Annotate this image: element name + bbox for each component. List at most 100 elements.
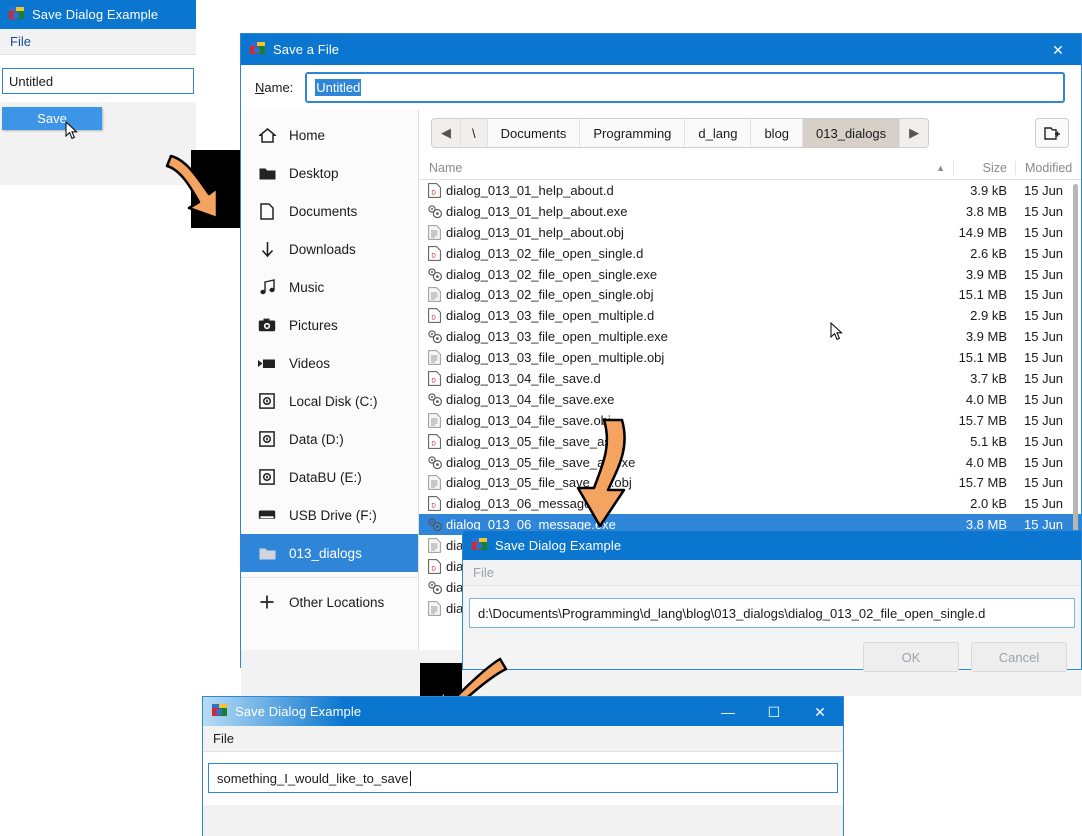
sidebar-item-databu-e[interactable]: DataBU (E:) bbox=[241, 458, 418, 496]
filename-selected-text: Untitled bbox=[315, 79, 362, 96]
sidebar-item-desktop[interactable]: Desktop bbox=[241, 154, 418, 192]
window1-filename-input[interactable]: Untitled bbox=[2, 68, 194, 94]
table-row[interactable]: Ddialog_013_05_file_save_as.d 5.1 kB 15 Ju… bbox=[419, 431, 1081, 452]
svg-text:D: D bbox=[431, 503, 436, 510]
column-header-name[interactable]: Name ▲ bbox=[419, 161, 953, 175]
sidebar-item-label: Data (D:) bbox=[289, 431, 344, 447]
sidebar-item-downloads[interactable]: Downloads bbox=[241, 230, 418, 268]
window3-filename-input[interactable]: something_I_would_like_to_save bbox=[208, 763, 838, 793]
sidebar-item-usb-drive-f[interactable]: USB Drive (F:) bbox=[241, 496, 418, 534]
file-name: dialog_013_03_file_open_multiple.d bbox=[446, 308, 655, 324]
window2-titlebar[interactable]: Save Dialog Example bbox=[463, 531, 1081, 560]
filename-input[interactable]: Untitled bbox=[305, 72, 1065, 103]
table-row[interactable]: Ddialog_013_06_message.d 2.0 kB 15 Jun bbox=[419, 493, 1081, 514]
table-row[interactable]: dialog_013_01_help_about.obj 14.9 MB 15 Ju… bbox=[419, 222, 1081, 243]
plus-icon bbox=[257, 592, 277, 612]
file-modified: 15 Jun bbox=[1024, 224, 1064, 240]
window2-button-row: OK Cancel bbox=[463, 628, 1081, 672]
menu-file[interactable]: File bbox=[10, 34, 31, 49]
file-modified: 15 Jun bbox=[1024, 245, 1064, 261]
file-name: dialog_013_02_file_open_single.obj bbox=[446, 287, 654, 303]
minimize-icon[interactable]: — bbox=[705, 697, 751, 726]
file-name: dialog_013_01_help_about.exe bbox=[446, 203, 628, 219]
table-row[interactable]: Ddialog_013_02_file_open_single.d 2.6 kB 1… bbox=[419, 243, 1081, 264]
sidebar-item-label: Desktop bbox=[289, 165, 339, 181]
download-arrow-icon bbox=[257, 239, 277, 259]
close-icon[interactable]: ✕ bbox=[797, 697, 843, 726]
breadcrumb-013-dialogs[interactable]: 013_dialogs bbox=[803, 119, 901, 147]
window2-title: Save Dialog Example bbox=[495, 538, 622, 553]
breadcrumb-programming[interactable]: Programming bbox=[580, 119, 686, 147]
sidebar-item-home[interactable]: Home bbox=[241, 116, 418, 154]
sidebar-item-local-disk-c[interactable]: Local Disk (C:) bbox=[241, 382, 418, 420]
maximize-icon[interactable]: ☐ bbox=[751, 697, 797, 726]
table-row[interactable]: dialog_013_05_file_save_as.exe 4.0 MB 15 J… bbox=[419, 452, 1081, 473]
window2-path-input[interactable]: d:\Documents\Programming\d_lang\blog\013… bbox=[469, 598, 1075, 628]
object-file-icon bbox=[419, 350, 443, 365]
column-header-size[interactable]: Size bbox=[953, 160, 1015, 175]
breadcrumb-d-lang[interactable]: d_lang bbox=[685, 119, 752, 147]
sidebar-item-data-d[interactable]: Data (D:) bbox=[241, 420, 418, 458]
table-row[interactable]: dialog_013_03_file_open_multiple.exe 3.9 … bbox=[419, 326, 1081, 347]
dlang-cube-icon bbox=[472, 538, 487, 553]
sidebar-item-pictures[interactable]: Pictures bbox=[241, 306, 418, 344]
breadcrumb-back-button[interactable]: ◀ bbox=[432, 119, 461, 147]
table-row[interactable]: dialog_013_01_help_about.exe 3.8 MB 15 Jun bbox=[419, 201, 1081, 222]
table-row[interactable]: dialog_013_04_file_save.exe 4.0 MB 15 Jun bbox=[419, 389, 1081, 410]
column-header-modified[interactable]: Modified bbox=[1015, 160, 1081, 175]
sidebar-item-label: DataBU (E:) bbox=[289, 469, 362, 485]
table-row[interactable]: dialog_013_04_file_save.obj 15.7 MB 15 Jun bbox=[419, 410, 1081, 431]
cancel-button[interactable]: Cancel bbox=[971, 642, 1067, 672]
file-size: 5.1 kB bbox=[970, 433, 1007, 449]
table-row[interactable]: dialog_013_02_file_open_single.exe 3.9 MB… bbox=[419, 264, 1081, 285]
filename-row: Name: Untitled bbox=[241, 65, 1081, 110]
object-file-icon bbox=[419, 412, 443, 428]
name-label: Name: bbox=[255, 80, 293, 95]
file-modified: 15 Jun bbox=[1024, 433, 1064, 449]
window2-menubar: File bbox=[463, 560, 1081, 586]
breadcrumb-forward-button[interactable]: ▶ bbox=[900, 119, 929, 147]
sidebar-item-documents[interactable]: Documents bbox=[241, 192, 418, 230]
sidebar-item-label: Music bbox=[289, 279, 325, 295]
table-row[interactable]: Ddialog_013_04_file_save.d 3.7 kB 15 Jun bbox=[419, 368, 1081, 389]
sidebar-item-label: 013_dialogs bbox=[289, 545, 362, 561]
breadcrumb-bar: ◀ \ Documents Programming d_lang blog 01… bbox=[419, 110, 1081, 156]
ok-button[interactable]: OK bbox=[863, 642, 959, 672]
table-row[interactable]: dialog_013_02_file_open_single.obj 15.1 M… bbox=[419, 284, 1081, 305]
d-source-icon: D bbox=[419, 183, 443, 198]
menu-file[interactable]: File bbox=[213, 731, 234, 746]
table-row[interactable]: dialog_013_05_file_save_as.obj 15.7 MB 15 … bbox=[419, 472, 1081, 493]
sidebar-item-label: Pictures bbox=[289, 317, 338, 333]
window1-titlebar[interactable]: Save Dialog Example bbox=[0, 0, 196, 29]
sidebar-item-label: Home bbox=[289, 127, 326, 143]
breadcrumb-blog[interactable]: blog bbox=[751, 119, 804, 147]
table-row[interactable]: Ddialog_013_01_help_about.d 3.9 kB 15 Jun bbox=[419, 180, 1081, 201]
close-icon[interactable]: ✕ bbox=[1035, 35, 1081, 64]
sidebar-item-videos[interactable]: Videos bbox=[241, 344, 418, 382]
sidebar-item-other-locations[interactable]: Other Locations bbox=[241, 583, 418, 621]
table-row[interactable]: dialog_013_03_file_open_multiple.obj 15.1… bbox=[419, 347, 1081, 368]
sidebar-divider bbox=[241, 577, 418, 578]
file-size: 15.7 MB bbox=[958, 412, 1007, 428]
svg-text:D: D bbox=[431, 315, 436, 322]
sidebar-item-label: Local Disk (C:) bbox=[289, 393, 378, 409]
breadcrumb-documents[interactable]: Documents bbox=[487, 119, 581, 147]
annotation-arrow-2 bbox=[572, 418, 634, 533]
window3-titlebar[interactable]: Save Dialog Example — ☐ ✕ bbox=[203, 697, 843, 726]
new-folder-button[interactable] bbox=[1035, 118, 1069, 148]
name-label-rest: ame: bbox=[264, 80, 294, 95]
table-row[interactable]: Ddialog_013_03_file_open_multiple.d 2.9 k… bbox=[419, 305, 1081, 326]
menu-item-save[interactable]: Save bbox=[2, 107, 102, 130]
menu-file[interactable]: File bbox=[473, 565, 494, 580]
dlang-cube-icon bbox=[250, 42, 265, 57]
text-caret bbox=[409, 770, 411, 786]
file-size: 3.8 MB bbox=[965, 203, 1007, 219]
d-source-icon: D bbox=[419, 371, 443, 386]
save-dialog-titlebar[interactable]: Save a File ✕ bbox=[241, 34, 1081, 65]
sidebar-item-music[interactable]: Music bbox=[241, 268, 418, 306]
sidebar-item-013-dialogs[interactable]: 013_dialogs bbox=[241, 534, 418, 572]
window2-path-value: d:\Documents\Programming\d_lang\blog\013… bbox=[478, 605, 986, 621]
file-name: dialog_013_04_file_save.obj bbox=[446, 412, 611, 428]
breadcrumb-root[interactable]: \ bbox=[461, 119, 488, 147]
executable-icon bbox=[419, 580, 443, 595]
